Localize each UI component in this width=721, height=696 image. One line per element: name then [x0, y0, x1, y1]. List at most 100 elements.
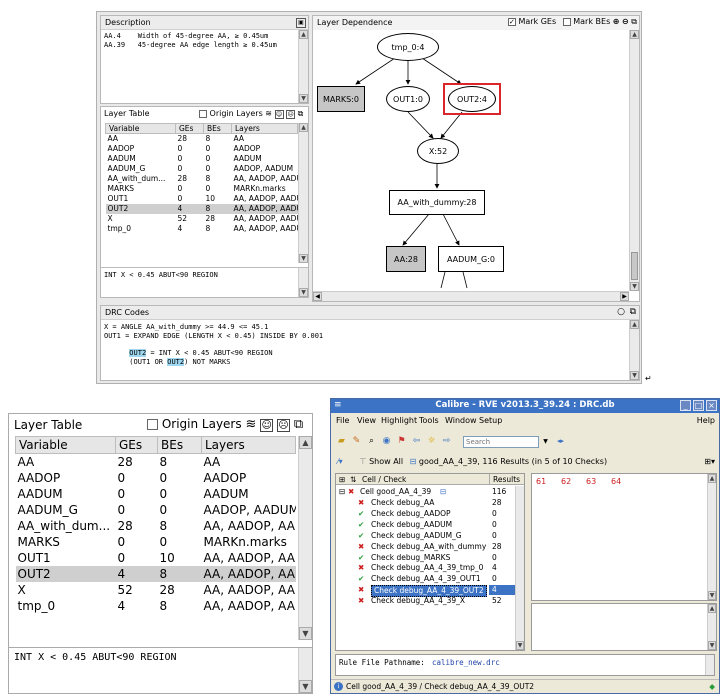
table-row[interactable]: X 52 28 AA, AADOP, AADU: [16, 582, 296, 598]
smile-icon[interactable]: ☺: [274, 110, 284, 119]
node-aadum-g[interactable]: AADUM_G:0: [438, 246, 504, 272]
table-row[interactable]: OUT1 0 10 AA, AADOP, AADU: [106, 194, 298, 204]
rule-scrollbar[interactable]: [705, 655, 714, 675]
check-row[interactable]: ✖ Check debug_AA 28: [336, 498, 516, 508]
sun-icon[interactable]: ☼: [425, 435, 438, 448]
result-number[interactable]: 62: [561, 477, 571, 486]
layers-stack-icon[interactable]: ≋: [265, 109, 272, 118]
collapse-icon[interactable]: ⊟: [339, 487, 345, 497]
table-row[interactable]: OUT248AA, AADOP, AADU: [105, 203, 298, 214]
table-row[interactable]: tmp_0 4 8 AA, AADOP, AADU: [16, 598, 296, 614]
table-row[interactable]: AADUM 0 0 AADUM: [16, 486, 296, 502]
refresh-icon[interactable]: ○: [617, 307, 625, 317]
table-row[interactable]: OUT248AA, AADOP, AADU: [15, 565, 296, 582]
check-row[interactable]: ✖ Check debug_AA_4_39_X 52: [336, 596, 516, 606]
check-row[interactable]: ✔ Check debug_AADUM_G 0: [336, 531, 516, 541]
search-prev-next-icon[interactable]: ◂▸: [554, 435, 567, 448]
menu-file[interactable]: File: [336, 414, 349, 427]
tree-options-icon[interactable]: ⊞: [339, 474, 345, 485]
graph-vscrollbar[interactable]: ▲ ▼: [629, 30, 639, 291]
copy-icon[interactable]: ⧉: [294, 417, 303, 432]
table-row[interactable]: OUT1 0 10 AA, AADOP, AADU: [16, 550, 296, 566]
table-row[interactable]: AADUM_G 0 0 AADOP, AADUM: [16, 502, 296, 518]
col-results[interactable]: Results: [489, 474, 520, 485]
check-row[interactable]: ✔ Check debug_AADOP 0: [336, 509, 516, 519]
layout-menu-icon[interactable]: ⊞▾: [704, 455, 715, 469]
show-all-icon[interactable]: ⊤: [360, 455, 367, 469]
filter-pen-icon[interactable]: ⁄▾: [333, 455, 347, 469]
column-header[interactable]: GEs: [175, 123, 204, 134]
result-number[interactable]: 64: [611, 477, 621, 486]
menu-tools[interactable]: Tools: [419, 414, 439, 427]
zoom-dropdown-icon[interactable]: ⌕: [365, 435, 378, 448]
settings-icon[interactable]: ◉: [380, 435, 393, 448]
table-row[interactable]: MARKS 0 0 MARKn.marks: [106, 184, 298, 194]
node-out2[interactable]: OUT2:4: [448, 86, 496, 112]
tree-scrollbar[interactable]: ▼: [515, 486, 524, 650]
col-cell-check[interactable]: Cell / Check: [362, 474, 406, 485]
check-row[interactable]: ✖ Check debug_AA_with_dummy 28: [336, 542, 516, 552]
column-header[interactable]: BEs: [203, 123, 232, 134]
result-number[interactable]: 61: [536, 477, 546, 486]
copy-icon[interactable]: ⧉: [298, 109, 304, 119]
flag-icon[interactable]: ⚑: [395, 435, 408, 448]
origin-layers-checkbox[interactable]: [199, 109, 207, 118]
menu-window[interactable]: Window: [445, 414, 477, 427]
show-all-button[interactable]: Show All: [369, 457, 403, 466]
zoom-expression-scrollbar[interactable]: ▼: [298, 648, 312, 693]
zoom-origin-layers-toggle[interactable]: Origin Layers ≋ ☺ ☹ ⧉: [147, 417, 303, 432]
results-scrollbar[interactable]: ▲ ▼: [707, 474, 716, 600]
cell-save-icon[interactable]: ⊟: [440, 487, 446, 497]
table-row[interactable]: MARKS 0 0 MARKn.marks: [16, 534, 296, 550]
node-aa[interactable]: AA:28: [386, 246, 426, 272]
check-row[interactable]: ✖ Check debug_AA_4_39_tmp_0 4: [336, 563, 516, 573]
check-row[interactable]: ✔ Check debug_AA_4_39_OUT1 0: [336, 574, 516, 584]
menu-highlight[interactable]: Highlight: [381, 414, 417, 427]
table-row[interactable]: AA_with_dum... 28 8 AA, AADOP, AADU: [106, 174, 298, 184]
table-row[interactable]: X 52 28 AA, AADOP, AADU: [106, 214, 298, 224]
menu-setup[interactable]: Setup: [479, 414, 502, 427]
detail-scrollbar[interactable]: ▲ ▼: [707, 604, 716, 650]
table-row[interactable]: AA 28 8 AA: [106, 134, 298, 144]
check-row[interactable]: ✔ Check debug_MARKS 0: [336, 553, 516, 563]
node-tmp0[interactable]: tmp_0:4: [377, 33, 439, 61]
menu-view[interactable]: View: [357, 414, 376, 427]
description-scrollbar[interactable]: ▲ ▼: [298, 30, 308, 103]
sad-icon[interactable]: ☹: [277, 419, 291, 432]
column-header[interactable]: Layers: [201, 436, 296, 454]
close-button[interactable]: ×: [706, 400, 717, 411]
rule-file-link[interactable]: calibre_new.drc: [432, 658, 500, 667]
copy-icon[interactable]: ⧉: [631, 17, 637, 27]
expression-scrollbar[interactable]: ▼: [298, 268, 308, 297]
column-header[interactable]: Layers: [231, 123, 298, 134]
picture-icon[interactable]: ▣: [296, 18, 306, 28]
search-dropdown-icon[interactable]: ▼: [539, 435, 552, 448]
search-input[interactable]: [463, 435, 539, 448]
layers-stack-icon[interactable]: ≋: [245, 417, 256, 432]
sad-icon[interactable]: ☹: [286, 110, 296, 119]
maximize-button[interactable]: □: [693, 400, 704, 411]
zoom-table-scrollbar[interactable]: ▲ ▼: [298, 436, 312, 640]
table-row[interactable]: tmp_0 4 8 AA, AADOP, AADU: [106, 224, 298, 234]
open-folder-icon[interactable]: ▰: [335, 435, 348, 448]
check-row[interactable]: ✔ Check debug_AADUM 0: [336, 520, 516, 530]
copy-icon[interactable]: ⧉: [630, 307, 636, 317]
back-icon[interactable]: ⇦: [410, 435, 423, 448]
layer-table-scrollbar[interactable]: ▲ ▼: [298, 123, 308, 263]
menu-help[interactable]: Help: [697, 414, 715, 427]
table-row[interactable]: AADUM_G 0 0 AADOP, AADUM: [106, 164, 298, 174]
column-header[interactable]: GEs: [115, 436, 158, 454]
sort-icon[interactable]: ⇅: [350, 474, 356, 485]
node-x[interactable]: X:52: [417, 138, 459, 164]
check-row[interactable]: ✖ Check debug_AA_4_39_OUT2 4: [336, 585, 516, 598]
graph-hscrollbar[interactable]: ◀ ▶: [313, 291, 629, 301]
column-header[interactable]: Variable: [105, 123, 176, 134]
cell-row[interactable]: ⊟ ✖ Cell good_AA_4_39 ⊟ 116: [336, 487, 524, 497]
table-row[interactable]: AADOP 0 0 AADOP: [16, 470, 296, 486]
column-header[interactable]: BEs: [157, 436, 202, 454]
node-aa-with-dummy[interactable]: AA_with_dummy:28: [389, 190, 485, 215]
origin-layers-checkbox[interactable]: [147, 419, 158, 430]
highlight-pen-icon[interactable]: ✎: [350, 435, 363, 448]
node-marks[interactable]: MARKS:0: [317, 86, 365, 112]
smile-icon[interactable]: ☺: [260, 419, 274, 432]
